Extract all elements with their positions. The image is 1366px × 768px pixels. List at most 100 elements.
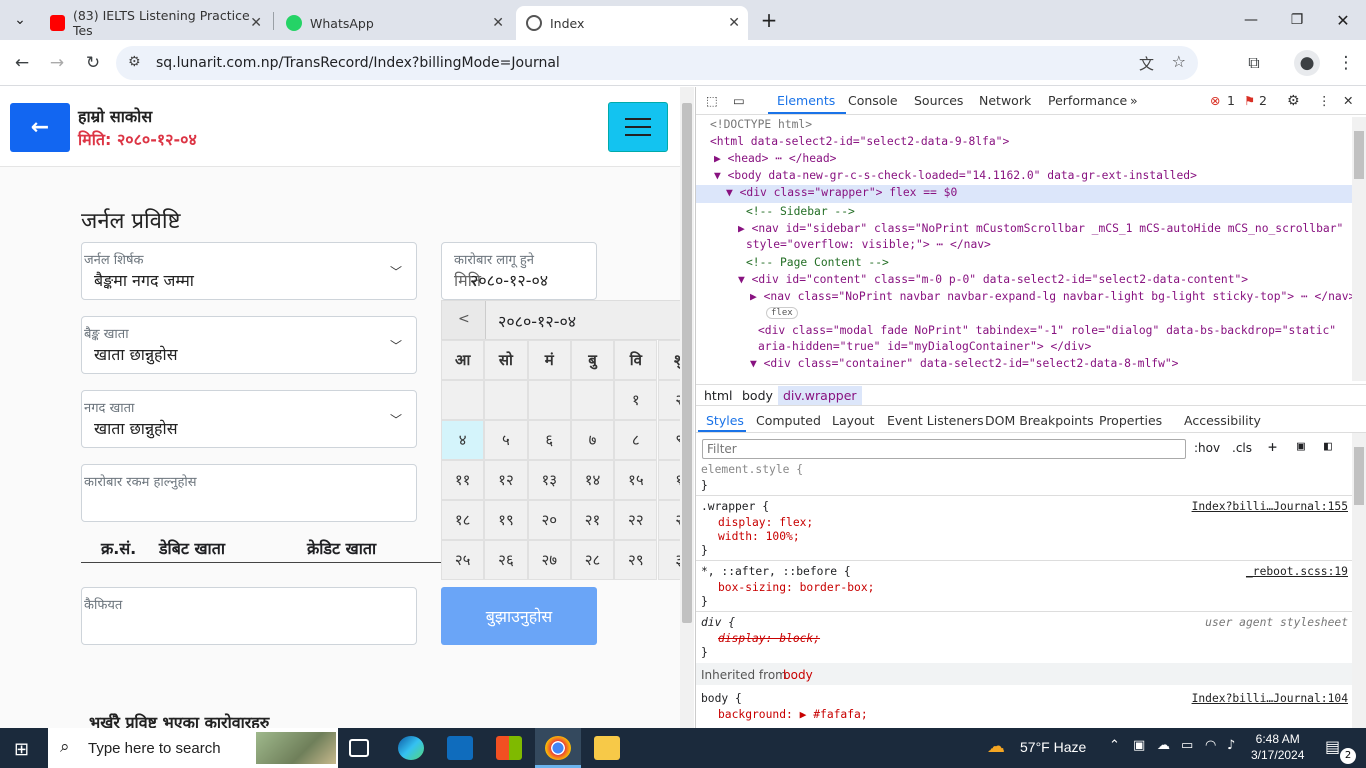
rule-prop[interactable]: box-sizing: border-box;	[718, 581, 874, 594]
error-icon[interactable]: ⊗	[1210, 93, 1220, 108]
dom-line[interactable]: aria-hidden="true" id="myDialogContainer…	[758, 340, 1091, 353]
calendar-day[interactable]: १	[657, 460, 680, 500]
calendar-day[interactable]: १	[614, 380, 658, 420]
calendar-day[interactable]: ११	[441, 460, 485, 500]
tab-event-listeners[interactable]: Event Listeners	[887, 413, 984, 428]
weather-text[interactable]: 57°F Haze	[1020, 739, 1086, 755]
tab-index[interactable]: Index ✕	[516, 6, 748, 40]
back-arrow-icon[interactable]: ←	[9, 50, 35, 76]
rule-wrapper-source[interactable]: Index?billi…Journal:155	[1192, 500, 1348, 513]
rule-universal-selector[interactable]: *, ::after, ::before {	[701, 565, 851, 578]
calendar-day[interactable]: १९	[484, 500, 528, 540]
calendar-day[interactable]: १५	[614, 460, 658, 500]
tab-layout[interactable]: Layout	[832, 413, 875, 428]
volume-icon[interactable]: ♪	[1227, 738, 1235, 753]
class-toggle[interactable]: .cls	[1232, 441, 1252, 455]
calendar-day[interactable]: ७	[570, 420, 615, 460]
calendar-day[interactable]: २६	[484, 540, 528, 580]
tab-accessibility[interactable]: Accessibility	[1184, 413, 1261, 428]
calendar-day[interactable]: १३	[527, 460, 571, 500]
hamburger-menu-button[interactable]	[608, 102, 668, 152]
amount-input[interactable]: कारोबार रकम हाल्नुहोस	[81, 464, 417, 522]
rule-body-selector[interactable]: body {	[701, 692, 742, 705]
close-icon[interactable]: ✕	[728, 15, 740, 31]
taskbar-clock[interactable]: 6:48 AM 3/17/2024	[1251, 731, 1304, 763]
rule-prop[interactable]: width: 100%;	[718, 530, 800, 543]
rule-universal-source[interactable]: _reboot.scss:19	[1246, 565, 1348, 578]
weather-icon[interactable]: ☁	[987, 736, 1005, 757]
close-icon[interactable]: ✕	[250, 15, 262, 31]
rule-prop-overridden[interactable]: display: block;	[718, 632, 820, 645]
wifi-icon[interactable]: ◠	[1205, 738, 1216, 753]
meet-icon[interactable]: ▣	[1133, 738, 1145, 753]
chrome-icon[interactable]	[545, 736, 571, 760]
inherited-from-tag[interactable]: body	[783, 668, 813, 682]
mail-icon[interactable]	[447, 736, 473, 760]
dom-line[interactable]: ▶ <head> ⋯ </head>	[714, 152, 836, 165]
reload-icon[interactable]: ↻	[80, 50, 106, 76]
close-icon[interactable]: ✕	[492, 15, 504, 31]
calendar-day[interactable]: ४	[441, 420, 485, 460]
breadcrumb-html[interactable]: html	[704, 388, 732, 403]
devtools-tab-network[interactable]: Network	[979, 93, 1031, 108]
dom-line[interactable]: ▶ <nav id="sidebar" class="NoPrint mCust…	[738, 222, 1343, 235]
tab-search-chevron-icon[interactable]: ⌄	[0, 0, 40, 40]
site-info-icon[interactable]: ⚙	[128, 54, 141, 70]
flex-badge[interactable]: flex	[766, 307, 798, 319]
inspect-icon[interactable]: ⬚	[706, 93, 718, 108]
minimize-icon[interactable]: —	[1228, 0, 1274, 40]
paint-icon[interactable]: ▣	[1297, 439, 1305, 454]
tab-whatsapp[interactable]: WhatsApp ✕	[276, 6, 512, 40]
devtools-more-tabs[interactable]: »	[1130, 93, 1138, 108]
task-view-icon[interactable]	[349, 739, 369, 757]
battery-icon[interactable]: ▭	[1181, 738, 1193, 753]
calendar-day[interactable]: ९	[657, 420, 680, 460]
calendar-day[interactable]: २१	[570, 500, 615, 540]
devtools-menu-icon[interactable]: ⋮	[1318, 93, 1331, 108]
dom-line[interactable]: <html data-select2-id="select2-data-9-8l…	[710, 135, 1009, 148]
transaction-date-input[interactable]: कारोबार लागू हुने मिति २०८०-१२-०४	[441, 242, 597, 300]
tab-dom-breakpoints[interactable]: DOM Breakpoints	[985, 413, 1094, 428]
calendar-day[interactable]: २	[657, 380, 680, 420]
calendar-day[interactable]: २५	[441, 540, 485, 580]
breadcrumb-wrapper[interactable]: div.wrapper	[778, 386, 862, 405]
restore-icon[interactable]: ❐	[1274, 0, 1320, 40]
calendar-day[interactable]: ५	[484, 420, 528, 460]
calendar-day[interactable]: २७	[527, 540, 571, 580]
calendar-day[interactable]: १८	[441, 500, 485, 540]
calendar-day[interactable]: १२	[484, 460, 528, 500]
calendar-day[interactable]: २९	[614, 540, 658, 580]
profile-avatar[interactable]: ●	[1294, 50, 1320, 76]
calendar-day[interactable]: १४	[570, 460, 615, 500]
breadcrumb-body[interactable]: body	[742, 388, 773, 403]
show-hidden-icons-icon[interactable]: ⌃	[1109, 738, 1120, 753]
rule-wrapper-selector[interactable]: .wrapper {	[701, 500, 769, 513]
windows-start-icon[interactable]: ⊞	[14, 739, 29, 760]
page-back-button[interactable]: ←	[10, 103, 70, 152]
issue-icon[interactable]: ⚑	[1244, 93, 1255, 108]
tab-properties[interactable]: Properties	[1099, 413, 1162, 428]
menu-kebab-icon[interactable]: ⋮	[1333, 50, 1359, 76]
file-explorer-icon[interactable]	[594, 736, 620, 760]
translate-icon[interactable]: 文	[1139, 53, 1154, 74]
calendar-day[interactable]: २	[657, 500, 680, 540]
page-scrollbar[interactable]	[680, 87, 694, 728]
device-toggle-icon[interactable]: ▭	[733, 93, 745, 108]
onedrive-icon[interactable]: ☁	[1157, 738, 1170, 753]
tab-styles[interactable]: Styles	[706, 413, 744, 428]
rule-prop[interactable]: display: flex;	[718, 516, 813, 529]
journal-head-select[interactable]: जर्नल शिर्षक बैङ्कमा नगद जम्मा ﹀	[81, 242, 417, 300]
calendar-day[interactable]: २२	[614, 500, 658, 540]
dom-line[interactable]: ▶ <nav class="NoPrint navbar navbar-expa…	[750, 290, 1355, 303]
calendar-day[interactable]: ६	[527, 420, 571, 460]
new-rule-icon[interactable]: +	[1268, 438, 1277, 456]
dom-line[interactable]: ▼ <body data-new-gr-c-s-check-loaded="14…	[714, 169, 1197, 182]
styles-filter-input[interactable]: Filter	[702, 439, 1186, 459]
dom-line[interactable]: style="overflow: visible;"> ⋯ </nav>	[746, 238, 991, 251]
hover-state-toggle[interactable]: :hov	[1194, 441, 1220, 455]
dom-line[interactable]: ▼ <div id="content" class="m-0 p-0" data…	[738, 273, 1248, 286]
settings-gear-icon[interactable]: ⚙	[1287, 93, 1300, 109]
edge-icon[interactable]	[398, 736, 424, 760]
new-tab-icon[interactable]: +	[746, 0, 792, 40]
address-bar[interactable]: ⚙ sq.lunarit.com.np/TransRecord/Index?bi…	[116, 46, 1198, 80]
